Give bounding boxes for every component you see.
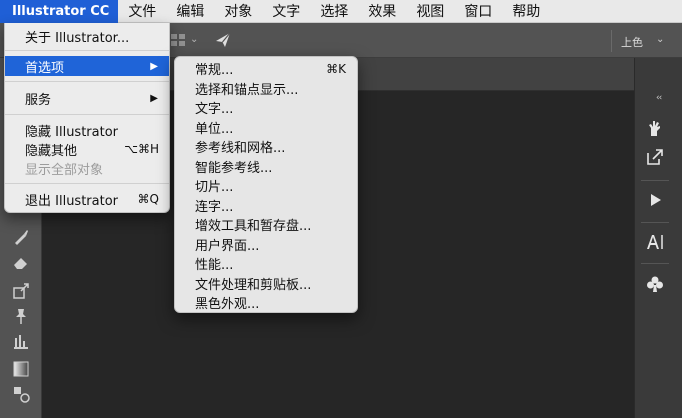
color-mode-label[interactable]: 上色: [621, 34, 643, 50]
type-panel-icon[interactable]: [640, 228, 670, 256]
scale-tool-icon[interactable]: [10, 280, 32, 302]
menu-item-hide-app[interactable]: 隐藏 Illustrator: [5, 120, 169, 140]
menu-window[interactable]: 窗口: [454, 0, 502, 23]
menu-item-label: 隐藏其他: [25, 143, 78, 159]
divider: [5, 81, 169, 82]
pref-item-file-handling[interactable]: 文件处理和剪贴板...: [175, 274, 357, 294]
send-icon[interactable]: [214, 31, 232, 49]
menu-item-services[interactable]: 服务 ▶: [5, 88, 169, 108]
menu-item-label: 隐藏 Illustrator: [25, 124, 119, 140]
divider: [641, 263, 669, 264]
menu-item-label: 用户界面...: [195, 238, 260, 254]
menu-item-label: 首选项: [25, 60, 65, 76]
menu-item-label: 单位...: [195, 121, 234, 137]
submenu-arrow-icon: ▶: [150, 92, 158, 104]
menu-item-label: 选择和锚点显示...: [195, 82, 299, 98]
play-icon[interactable]: [640, 186, 670, 214]
menu-item-preferences[interactable]: 首选项 ▶: [5, 56, 169, 76]
menu-item-label: 连字...: [195, 199, 234, 215]
menu-item-label: 智能参考线...: [195, 160, 273, 176]
menu-item-show-all: 显示全部对象: [5, 158, 169, 178]
chevron-down-icon[interactable]: ⌄: [656, 34, 664, 45]
menu-item-label: 黑色外观...: [195, 297, 260, 313]
menu-edit[interactable]: 编辑: [166, 0, 214, 23]
shortcut-label: ⌘Q: [137, 192, 159, 206]
hand-puppet-icon[interactable]: [640, 114, 670, 142]
paintbrush-tool-icon[interactable]: [10, 226, 32, 248]
menu-item-label: 增效工具和暂存盘...: [195, 219, 312, 235]
pref-item-general[interactable]: 常规... ⌘K: [175, 59, 357, 79]
pref-item-smart-guides[interactable]: 智能参考线...: [175, 157, 357, 177]
chart-tool-icon[interactable]: [10, 330, 32, 352]
app-menu-dropdown: 关于 Illustrator... 首选项 ▶ 服务 ▶ 隐藏 Illustra…: [4, 23, 170, 213]
pref-item-slices[interactable]: 切片...: [175, 176, 357, 196]
menu-item-label: 切片...: [195, 180, 234, 196]
menu-item-label: 常规...: [195, 63, 234, 79]
menu-item-label: 参考线和网格...: [195, 141, 286, 157]
menu-type[interactable]: 文字: [262, 0, 310, 23]
gradient-tool-icon[interactable]: [10, 358, 32, 380]
pref-item-selection-anchor[interactable]: 选择和锚点显示...: [175, 79, 357, 99]
menu-item-label: 文件处理和剪贴板...: [195, 277, 312, 293]
submenu-arrow-icon: ▶: [150, 60, 158, 72]
pref-item-black-appearance[interactable]: 黑色外观...: [175, 293, 357, 313]
shortcut-label: ⌥⌘H: [124, 142, 159, 156]
shortcut-label: ⌘K: [326, 61, 346, 76]
menu-select[interactable]: 选择: [310, 0, 358, 23]
app-menu-title[interactable]: Illustrator CC: [0, 0, 119, 23]
arrange-grid-icon[interactable]: [171, 34, 185, 46]
preferences-submenu: 常规... ⌘K 选择和锚点显示... 文字... 单位... 参考线和网格..…: [174, 56, 358, 313]
pref-item-guides-grid[interactable]: 参考线和网格...: [175, 137, 357, 157]
menu-item-hide-others[interactable]: 隐藏其他 ⌥⌘H: [5, 139, 169, 159]
divider: [5, 50, 169, 51]
divider: [611, 30, 612, 52]
pref-item-performance[interactable]: 性能...: [175, 254, 357, 274]
menu-item-quit[interactable]: 退出 Illustrator ⌘Q: [5, 189, 169, 209]
divider: [5, 183, 169, 184]
menu-item-label: 服务: [25, 92, 52, 108]
club-symbol-icon[interactable]: [640, 270, 670, 298]
chevron-down-icon[interactable]: ⌄: [190, 34, 198, 45]
menu-object[interactable]: 对象: [214, 0, 262, 23]
menu-item-label: 文字...: [195, 102, 234, 118]
menu-effect[interactable]: 效果: [358, 0, 406, 23]
pref-item-units[interactable]: 单位...: [175, 118, 357, 138]
pref-item-user-interface[interactable]: 用户界面...: [175, 235, 357, 255]
eraser-tool-icon[interactable]: [10, 251, 32, 273]
menu-item-label: 退出 Illustrator: [25, 193, 119, 209]
menu-item-about[interactable]: 关于 Illustrator...: [5, 26, 169, 46]
menu-bar: Illustrator CC 文件 编辑 对象 文字 选择 效果 视图 窗口 帮…: [0, 0, 682, 23]
divider: [5, 114, 169, 115]
menu-item-label: 显示全部对象: [25, 162, 104, 178]
pref-item-hyphenation[interactable]: 连字...: [175, 196, 357, 216]
export-icon[interactable]: [640, 143, 670, 171]
menu-item-label: 性能...: [195, 258, 234, 274]
blend-tool-icon[interactable]: [10, 383, 32, 405]
menu-help[interactable]: 帮助: [502, 0, 550, 23]
menu-item-label: 关于 Illustrator...: [25, 30, 130, 46]
pin-tool-icon[interactable]: [10, 305, 32, 327]
divider: [641, 180, 669, 181]
pref-item-plugins-scratch[interactable]: 增效工具和暂存盘...: [175, 215, 357, 235]
menu-view[interactable]: 视图: [406, 0, 454, 23]
pref-item-type[interactable]: 文字...: [175, 98, 357, 118]
collapse-panel-icon[interactable]: ‹‹: [656, 93, 662, 103]
menu-file[interactable]: 文件: [118, 0, 166, 23]
divider: [641, 222, 669, 223]
